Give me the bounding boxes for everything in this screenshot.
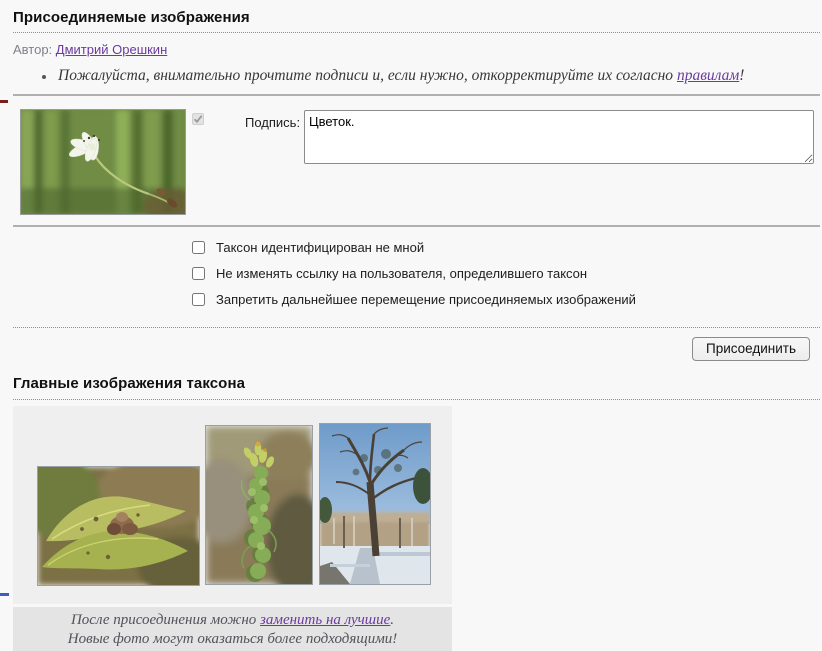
oak-leaves-illustration — [38, 467, 199, 585]
option-taxon-not-identified-by-me[interactable]: Таксон идентифицирован не мной — [192, 237, 820, 258]
notice-text: Пожалуйста, внимательно прочтите подписи… — [58, 67, 677, 84]
options-group: Таксон идентифицирован не мной Не изменя… — [192, 237, 820, 310]
left-edge-blue-marker — [0, 593, 9, 596]
flower-thumbnail-photo[interactable] — [20, 109, 186, 215]
attach-image-row: Подпись: Цветок. — [13, 109, 820, 215]
attach-button[interactable]: Присоединить — [692, 337, 810, 361]
separator-solid — [13, 94, 820, 96]
author-line: Автор: Дмитрий Орешкин — [13, 42, 820, 57]
taxon-photos-box — [13, 406, 452, 604]
winter-oak-photo[interactable] — [319, 423, 431, 585]
taxon-section-title: Главные изображения таксона — [13, 361, 820, 392]
separator-dotted — [13, 399, 820, 400]
button-row: Присоединить — [13, 337, 820, 361]
author-link[interactable]: Дмитрий Орешкин — [56, 42, 167, 57]
forbid-moving-images-checkbox[interactable] — [192, 293, 205, 306]
flower-illustration — [21, 110, 185, 214]
option-forbid-moving-images[interactable]: Запретить дальнейшее перемещение присоед… — [192, 289, 820, 310]
option-label: Таксон идентифицирован не мной — [216, 240, 424, 255]
oak-leaves-photo[interactable] — [37, 466, 200, 586]
notice-text-end: ! — [739, 67, 744, 84]
caption-textarea[interactable]: Цветок. — [304, 110, 814, 164]
separator-dotted — [13, 32, 820, 33]
taxon-not-identified-checkbox[interactable] — [192, 241, 205, 254]
option-label: Запретить дальнейшее перемещение присоед… — [216, 292, 636, 307]
left-edge-red-marker — [0, 100, 8, 103]
option-keep-identifier-link[interactable]: Не изменять ссылку на пользователя, опре… — [192, 263, 820, 284]
check-icon — [193, 114, 203, 124]
separator-dotted — [13, 327, 820, 328]
image-selected-checkbox — [192, 113, 204, 125]
plant-shoot-photo[interactable] — [205, 425, 313, 585]
notice-item: Пожалуйста, внимательно прочтите подписи… — [56, 67, 820, 85]
footnote-line1: После присоединения можно заменить на лу… — [13, 611, 452, 630]
author-label: Автор: — [13, 42, 52, 57]
attach-images-page: Присоединяемые изображения Автор: Дмитри… — [0, 0, 822, 651]
taxon-footnote: После присоединения можно заменить на лу… — [13, 607, 452, 651]
plant-shoot-illustration — [206, 426, 312, 584]
caption-label: Подпись: — [245, 115, 300, 130]
replace-with-better-link[interactable]: заменить на лучшие — [260, 612, 390, 628]
notice-list: Пожалуйста, внимательно прочтите подписи… — [56, 67, 820, 85]
footnote-line2: Новые фото могут оказаться более подходя… — [13, 630, 452, 649]
separator-solid — [13, 225, 820, 227]
keep-identifier-link-checkbox[interactable] — [192, 267, 205, 280]
option-label: Не изменять ссылку на пользователя, опре… — [216, 266, 587, 281]
footnote-text: После присоединения можно — [71, 612, 260, 628]
page-title: Присоединяемые изображения — [13, 0, 820, 26]
rules-link[interactable]: правилам — [677, 67, 739, 84]
footnote-text-end: . — [390, 612, 394, 628]
winter-oak-illustration — [320, 424, 430, 584]
